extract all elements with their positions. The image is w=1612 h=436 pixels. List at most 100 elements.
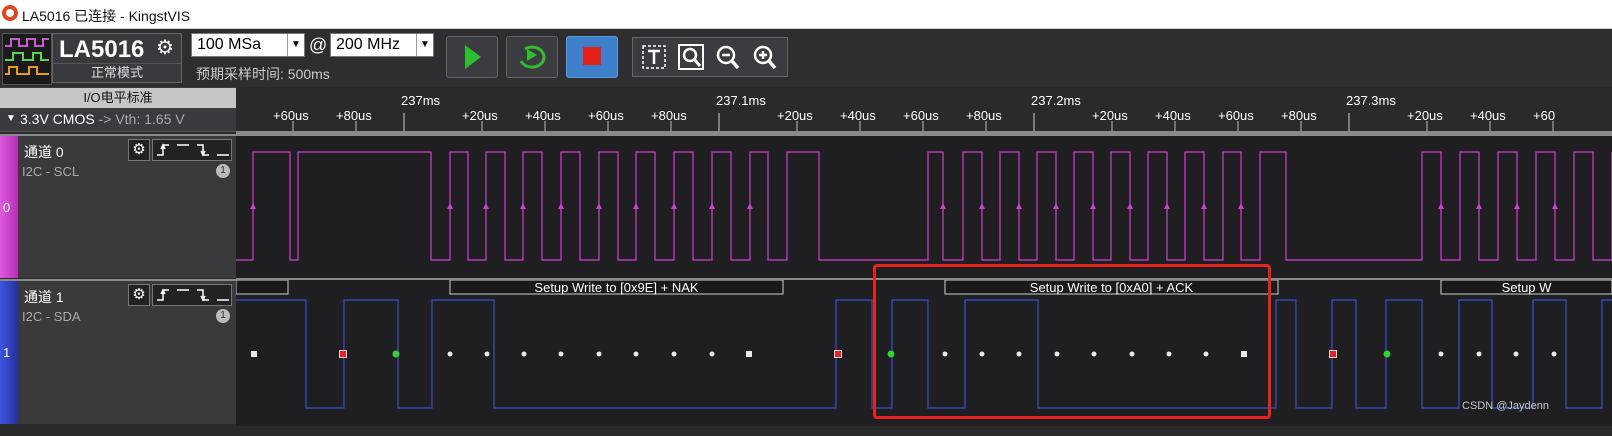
sda-data-bit-marker	[1438, 351, 1444, 357]
ruler-minor-label: +80us	[336, 108, 372, 123]
trigger-edges-icon	[157, 288, 229, 302]
device-settings-gear-icon[interactable]: ⚙	[154, 37, 176, 59]
zoom-fit-button[interactable]	[673, 40, 709, 74]
ruler-minor-label: +20us	[1407, 108, 1443, 123]
ruler-minor-label: +40us	[1155, 108, 1191, 123]
scl-sample-arrow	[979, 203, 985, 209]
device-icon[interactable]	[2, 33, 52, 85]
channel-0-trigger-selector[interactable]	[152, 139, 232, 161]
device-mode[interactable]: 正常模式	[53, 63, 181, 82]
frequency-select[interactable]: 200 MHz ▼	[330, 33, 434, 57]
io-standard-panel: I/O电平标准 ▼ 3.3V CMOS -> Vth: 1.65 V	[0, 87, 236, 132]
chevron-down-icon: ▼	[287, 34, 304, 56]
io-level: 3.3V CMOS	[20, 111, 95, 127]
repeat-play-icon	[519, 45, 546, 69]
scl-trace	[236, 151, 1612, 261]
io-standard-select[interactable]: 3.3V CMOS -> Vth: 1.65 V	[20, 111, 185, 127]
scl-sample-arrow	[671, 203, 677, 209]
sample-rate-select[interactable]: 100 MSa ▼	[191, 33, 305, 57]
scl-sample-arrow	[1238, 203, 1244, 209]
scl-sample-arrow	[1552, 203, 1558, 209]
ruler-minor-label: +60us	[273, 108, 309, 123]
scl-sample-arrow	[483, 203, 489, 209]
ruler-minor-label: +20us	[1092, 108, 1128, 123]
sample-rate-value: 100 MSa	[197, 36, 262, 53]
sda-data-bit-marker	[1054, 351, 1060, 357]
scl-sample-arrow	[596, 203, 602, 209]
zoom-in-button[interactable]	[747, 40, 783, 74]
chevron-down-icon: ▼	[416, 34, 433, 56]
scl-sample-arrow	[447, 203, 453, 209]
scl-sample-arrow	[558, 203, 564, 209]
estimated-sample-time: 预期采样时间: 500ms	[196, 66, 330, 82]
channel-1-panel[interactable]: 1 通道 1 I2C - SDA ⚙ 1	[0, 279, 236, 424]
channel-1-trigger-selector[interactable]	[152, 284, 232, 306]
sda-data-bit-marker	[521, 351, 527, 357]
device-panel: LA5016 ⚙ 正常模式	[52, 33, 182, 83]
sda-data-bit-marker	[1551, 351, 1557, 357]
time-ruler[interactable]: 237ms 237.1ms 237.2ms 237.3ms +60us +80us +20u…	[236, 87, 1612, 134]
sda-data-bit-marker	[1476, 351, 1482, 357]
channel-0-protocol: I2C - SCL	[22, 164, 80, 179]
scl-sample-arrow	[1090, 203, 1096, 209]
text-tool-button[interactable]	[636, 40, 672, 74]
sda-data-bit-marker	[1166, 351, 1172, 357]
scl-sample-arrow	[1127, 203, 1133, 209]
app-logo-icon	[2, 5, 18, 21]
zoom-out-icon	[716, 45, 740, 70]
io-standard-title: I/O电平标准	[0, 88, 236, 108]
scl-waveform	[236, 151, 1612, 261]
zoom-out-button[interactable]	[710, 40, 746, 74]
sda-data-bit-marker	[671, 351, 677, 357]
sda-data-bit-marker	[979, 351, 985, 357]
sda-data-bit-marker	[709, 351, 715, 357]
sda-trace	[236, 299, 1612, 409]
ruler-major-label: 237.1ms	[716, 93, 766, 108]
sda-data-bit-marker	[1203, 351, 1209, 357]
channel-1-waveform-area[interactable]: Setup Write to [0x9E] + NAK Setup Write t…	[235, 278, 1612, 426]
view-tools-group	[632, 37, 788, 77]
scl-sample-arrow	[1016, 203, 1022, 209]
sda-data-bit-marker	[484, 351, 490, 357]
text-tool-icon	[642, 45, 666, 69]
decode-label: Setup Write to [0x9E] + NAK	[534, 280, 698, 295]
device-name: LA5016	[59, 36, 145, 63]
window-title: LA5016 已连接 - KingstVIS	[22, 8, 191, 24]
channel-0-number: 0	[3, 200, 11, 215]
start-button[interactable]	[446, 36, 498, 78]
sda-data-bit-marker	[558, 351, 564, 357]
sda-start-marker	[392, 350, 400, 358]
channel-0-settings-gear-icon[interactable]: ⚙	[128, 139, 150, 161]
decode-label: Setup Write to [0xA0] + ACK	[1030, 280, 1194, 295]
decode-label: Setup W	[1502, 280, 1553, 295]
ruler-minor-label: +20us	[777, 108, 813, 123]
channel-0-decoder-badge: 1	[216, 164, 230, 178]
sda-start-marker	[887, 350, 895, 358]
channel-0-panel[interactable]: 0 通道 0 I2C - SCL ⚙ 1	[0, 134, 236, 278]
ruler-ticks: 237ms 237.1ms 237.2ms 237.3ms +60us +80us +20u…	[273, 93, 1555, 131]
sda-data-bit-marker	[942, 351, 948, 357]
sda-stop-marker	[1329, 350, 1337, 358]
decode-bar[interactable]	[235, 279, 289, 295]
title-bar: LA5016 已连接 - KingstVIS	[0, 0, 1612, 29]
scl-sample-arrow	[1476, 203, 1482, 209]
stop-icon	[583, 47, 601, 65]
sda-data-bit-marker	[633, 351, 639, 357]
channel-1-settings-gear-icon[interactable]: ⚙	[128, 284, 150, 306]
scl-sample-arrow	[1053, 203, 1059, 209]
sda-data-bit-marker	[1016, 351, 1022, 357]
channel-1-number: 1	[3, 345, 11, 360]
trigger-edges-icon	[157, 143, 229, 157]
ruler-minor-label: +80us	[966, 108, 1002, 123]
ruler-minor-label: +60us	[1218, 108, 1254, 123]
channel-0-waveform-area[interactable]	[236, 134, 1612, 278]
sda-data-bit-marker	[596, 351, 602, 357]
sda-end-marker	[1241, 351, 1247, 357]
stop-button[interactable]	[566, 36, 618, 78]
ruler-minor-label: +60us	[903, 108, 939, 123]
sda-data-bit-marker	[1129, 351, 1135, 357]
logic-waveform-icon	[5, 38, 49, 75]
ruler-minor-label: +60	[1533, 108, 1555, 123]
sda-data-bit-marker	[1513, 351, 1519, 357]
start-continuous-button[interactable]	[506, 36, 558, 78]
